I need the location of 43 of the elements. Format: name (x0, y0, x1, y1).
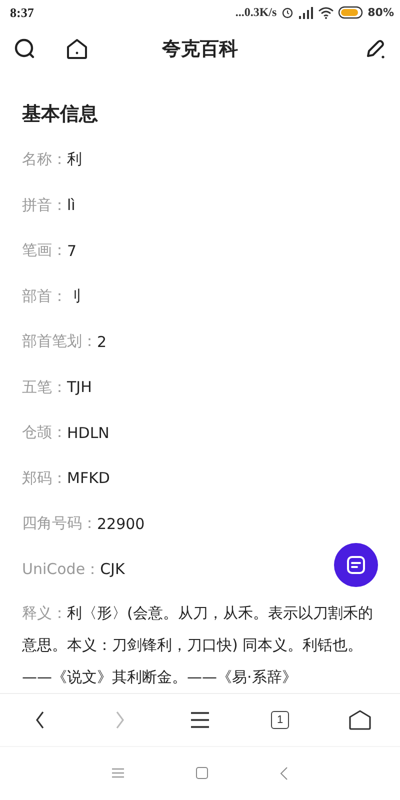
field-label: 仓颉： (22, 423, 67, 442)
field-value: 7 (67, 242, 77, 260)
chevron-left-icon[interactable] (280, 766, 288, 780)
chevron-right-icon (115, 710, 125, 729)
field-value: lì (67, 196, 76, 214)
search-icon (14, 38, 36, 60)
tab-count: 1 (271, 710, 289, 729)
tabs-button[interactable]: 1 (260, 700, 300, 740)
square-icon[interactable] (196, 767, 208, 780)
battery-level: 80% (368, 6, 394, 20)
field-value: 刂 (67, 286, 82, 306)
field-value: TJH (67, 378, 92, 396)
pen-icon (364, 38, 386, 60)
battery-icon (338, 6, 364, 20)
field-label: 名称： (22, 150, 67, 170)
home-icon (66, 38, 88, 60)
field-value: CJK (100, 560, 125, 578)
field-value: MFKD (67, 469, 110, 488)
field-label: UniCode： (22, 560, 100, 579)
signal-icon (298, 6, 314, 19)
field-label: 五笔： (22, 378, 67, 397)
chevron-left-icon (35, 710, 45, 729)
menu-icon[interactable] (112, 768, 124, 778)
home-icon (349, 710, 371, 730)
field-value: 22900 (97, 514, 145, 533)
field-value: 利 (67, 150, 82, 170)
floating-action-button[interactable] (334, 543, 378, 588)
menu-icon (190, 710, 210, 729)
field-label: 四角号码： (22, 514, 97, 534)
field-label: 部首笔划： (22, 332, 97, 352)
field-label: 笔画： (22, 241, 67, 260)
status-time: 8:37 (10, 4, 34, 21)
field-value: 2 (97, 332, 107, 351)
definition-text: 释义：利〈形〉(会意。从刀，从禾。表示以刀割禾的意思。本义：刀剑锋利，刀口快) 同本义。利铦也。——《说文》其利断金。——《易·系辞》 (22, 603, 374, 688)
field-label: 部首： (22, 286, 67, 306)
note-icon (346, 555, 366, 576)
network-speed: ...0.3K/s (235, 5, 277, 20)
page-title: 夸克百科 (162, 37, 238, 62)
field-value: HDLN (67, 424, 110, 442)
field-label: 拼音： (22, 196, 67, 215)
section-title: 基本信息 (22, 102, 99, 128)
field-label: 郑码： (22, 468, 67, 488)
wifi-icon (318, 6, 334, 19)
